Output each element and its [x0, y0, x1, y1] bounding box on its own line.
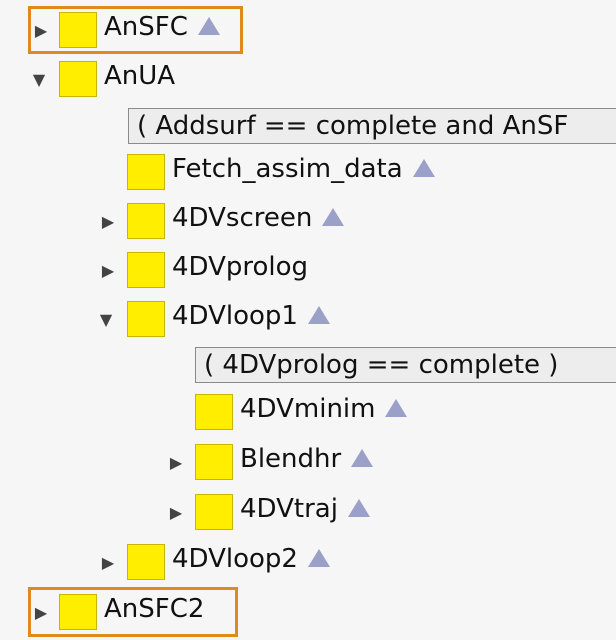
status-triangle-icon [347, 498, 370, 517]
yellow-square-icon [195, 494, 233, 530]
node-label: AnSFC [104, 12, 220, 42]
trigger-expression: ( Addsurf == complete and AnSF [128, 108, 616, 144]
node-label: Fetch_assim_data [172, 154, 435, 184]
yellow-square-icon [127, 544, 165, 580]
status-triangle-icon [197, 16, 220, 35]
yellow-square-icon [59, 61, 97, 97]
node-label: AnSFC2 [104, 594, 205, 624]
yellow-square-icon [195, 394, 233, 430]
yellow-square-icon [127, 203, 165, 239]
triangle-right-icon[interactable]: ▶ [32, 21, 50, 40]
triangle-down-icon[interactable]: ▼ [30, 70, 48, 89]
triangle-right-icon[interactable]: ▶ [167, 453, 185, 472]
triangle-right-icon[interactable]: ▶ [99, 261, 117, 280]
trigger-expression: ( 4DVprolog == complete ) [195, 347, 616, 383]
node-label: 4DVtraj [240, 494, 370, 524]
triangle-right-icon[interactable]: ▶ [99, 553, 117, 572]
triangle-right-icon[interactable]: ▶ [167, 503, 185, 522]
yellow-square-icon [127, 301, 165, 337]
status-triangle-icon [322, 207, 345, 226]
node-label: 4DVloop2 [172, 544, 330, 574]
yellow-square-icon [59, 12, 97, 48]
triangle-down-icon[interactable]: ▼ [97, 310, 115, 329]
node-label: 4DVloop1 [172, 301, 330, 331]
status-triangle-icon [307, 305, 330, 324]
status-triangle-icon [385, 398, 408, 417]
suite-tree: ▶ AnSFC ▼ AnUA ( Addsurf == complete and… [0, 0, 616, 640]
yellow-square-icon [195, 444, 233, 480]
node-label: 4DVminim [240, 394, 408, 424]
node-label: 4DVprolog [172, 252, 309, 282]
status-triangle-icon [307, 548, 330, 567]
status-triangle-icon [351, 448, 374, 467]
node-label: Blendhr [240, 444, 374, 474]
status-triangle-icon [412, 158, 435, 177]
triangle-right-icon[interactable]: ▶ [99, 212, 117, 231]
node-label: 4DVscreen [172, 203, 345, 233]
node-label: AnUA [104, 61, 176, 91]
yellow-square-icon [127, 252, 165, 288]
yellow-square-icon [59, 594, 97, 630]
triangle-right-icon[interactable]: ▶ [32, 603, 50, 622]
yellow-square-icon [127, 154, 165, 190]
